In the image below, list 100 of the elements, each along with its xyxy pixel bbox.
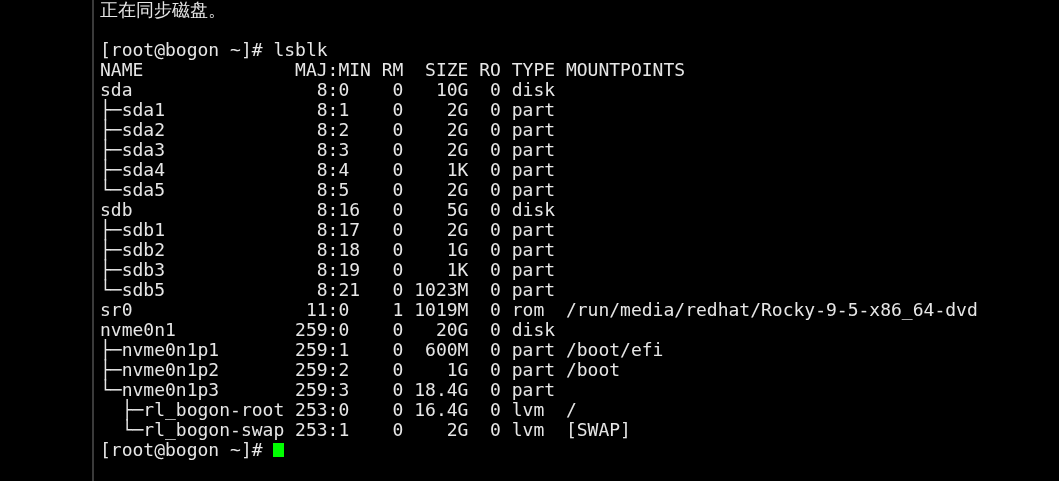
table-cell-text: 0 <box>489 360 501 380</box>
table-cell-text: ├─sda2 <box>100 120 167 140</box>
table-cell-text: 0 <box>489 100 501 120</box>
command-text: lsblk <box>273 40 328 60</box>
table-cell: part <box>511 160 556 180</box>
table-cell-text: 0 <box>391 180 404 200</box>
table-cell-text: 0 <box>391 320 404 340</box>
table-cell-text: 8:5 <box>315 180 350 200</box>
table-cell: 253:0 <box>295 400 350 420</box>
table-cell-text: 0 <box>391 360 404 380</box>
table-cell-text: ├─sda1 <box>100 100 167 120</box>
column-header: TYPE <box>511 60 556 80</box>
table-cell-text: 0 <box>489 320 501 340</box>
table-cell: 259:0 <box>295 320 350 340</box>
table-cell-text: ├─rl_bogon-root <box>121 400 286 420</box>
table-cell: part <box>511 260 556 280</box>
table-cell: / <box>565 400 577 420</box>
column-header: RM <box>381 60 404 80</box>
table-cell-text: 0 <box>391 280 404 300</box>
column-header: RO <box>479 60 501 80</box>
table-cell: 259:2 <box>295 360 350 380</box>
table-cell: /run/media/redhat/Rocky-9-5-x86_64-dvd <box>565 300 978 320</box>
table-cell-text: 0 <box>489 300 501 320</box>
table-cell-text: ├─sdb2 <box>100 240 167 260</box>
table-cell-text: 2G <box>445 120 469 140</box>
table-cell-text: 8:4 <box>315 160 350 180</box>
table-cell-text: ├─sdb3 <box>100 260 167 280</box>
table-cell-text: └─rl_bogon-swap <box>120 420 286 440</box>
table-cell-text: ├─sda3 <box>100 140 167 160</box>
column-header: SIZE <box>424 60 469 80</box>
table-cell-text: 8:17 <box>315 220 361 240</box>
table-cell-text: 0 <box>489 400 501 420</box>
table-cell-text: 0 <box>489 280 501 300</box>
table-cell-text: 8:0 <box>315 80 350 100</box>
table-cell-text: 2G <box>445 100 469 120</box>
table-cell-text: lvm <box>511 400 545 420</box>
status-message: 正在同步磁盘。 <box>100 0 226 20</box>
table-cell-text: └─sda5 <box>100 180 167 200</box>
table-cell-text: 8:2 <box>315 120 350 140</box>
table-cell: part <box>511 180 556 200</box>
table-cell: 1023M <box>414 280 469 300</box>
table-cell-text: 0 <box>489 380 501 400</box>
table-cell-text: └─nvme0n1p3 <box>100 380 220 400</box>
table-cell-text: 1K <box>445 260 469 280</box>
table-cell: disk <box>511 80 556 100</box>
table-cell: 18.4G <box>414 380 469 400</box>
table-cell-text: 0 <box>489 340 501 360</box>
command-prompt: [root@bogon ~]# <box>100 440 263 460</box>
table-cell-text: 0 <box>489 80 501 100</box>
table-cell-text: 0 <box>489 220 501 240</box>
table-cell-text: 0 <box>391 340 404 360</box>
table-cell-text: 8:1 <box>315 100 350 120</box>
table-cell-text: 0 <box>489 140 501 160</box>
table-cell-text: 0 <box>391 400 404 420</box>
table-cell-text: 0 <box>391 100 404 120</box>
table-cell-text: 8:18 <box>315 240 361 260</box>
table-cell-text: 5G <box>445 200 469 220</box>
table-cell-text: 11:0 <box>304 300 350 320</box>
cursor <box>273 443 285 457</box>
table-cell-text: 0 <box>391 140 404 160</box>
table-cell-text: 0 <box>391 260 404 280</box>
table-cell-text: 1 <box>391 300 404 320</box>
table-cell-text: 0 <box>489 160 501 180</box>
table-cell-text: ├─nvme0n1p2 <box>100 360 221 380</box>
table-cell-text: nvme0n1 <box>100 320 176 340</box>
table-cell-text: 8:19 <box>315 260 361 280</box>
table-cell: disk <box>511 320 556 340</box>
table-cell-text: 8:16 <box>315 200 361 220</box>
table-cell: part <box>511 280 556 300</box>
table-cell-text: └─sdb5 <box>100 280 167 300</box>
table-cell-text: 0 <box>391 220 404 240</box>
table-cell-text: 0 <box>391 80 404 100</box>
table-cell-text: 0 <box>489 240 501 260</box>
table-cell: disk <box>511 200 556 220</box>
table-cell: part <box>511 140 556 160</box>
table-cell: [SWAP] <box>565 420 631 440</box>
table-cell-text: 2G <box>445 180 469 200</box>
table-cell-text: 0 <box>391 200 404 220</box>
table-cell-text: 8:21 <box>315 280 361 300</box>
column-header: MAJ:MIN <box>295 60 371 80</box>
table-cell-text: 0 <box>489 420 501 440</box>
table-cell-text: 20G <box>434 320 469 340</box>
table-cell: 259:1 <box>295 340 350 360</box>
table-cell-text: sda <box>100 80 133 100</box>
table-cell-text: ├─nvme0n1p1 <box>100 340 221 360</box>
table-cell-text: lvm <box>511 420 546 440</box>
table-cell-text: 0 <box>391 160 404 180</box>
table-cell-text: 0 <box>489 120 501 140</box>
column-header: MOUNTPOINTS <box>565 60 686 80</box>
table-cell-text: ├─sda4 <box>100 160 167 180</box>
table-cell: part <box>511 380 556 400</box>
table-cell: 259:3 <box>295 380 350 400</box>
table-cell: part <box>511 360 556 380</box>
table-cell-text: 1G <box>445 240 469 260</box>
table-cell-text: 600M <box>424 340 469 360</box>
table-cell-text: 2G <box>445 140 469 160</box>
table-cell-text: 1K <box>445 160 469 180</box>
table-cell-text: 0 <box>489 200 501 220</box>
table-cell: 16.4G <box>414 400 469 420</box>
table-cell-text: 0 <box>489 260 501 280</box>
